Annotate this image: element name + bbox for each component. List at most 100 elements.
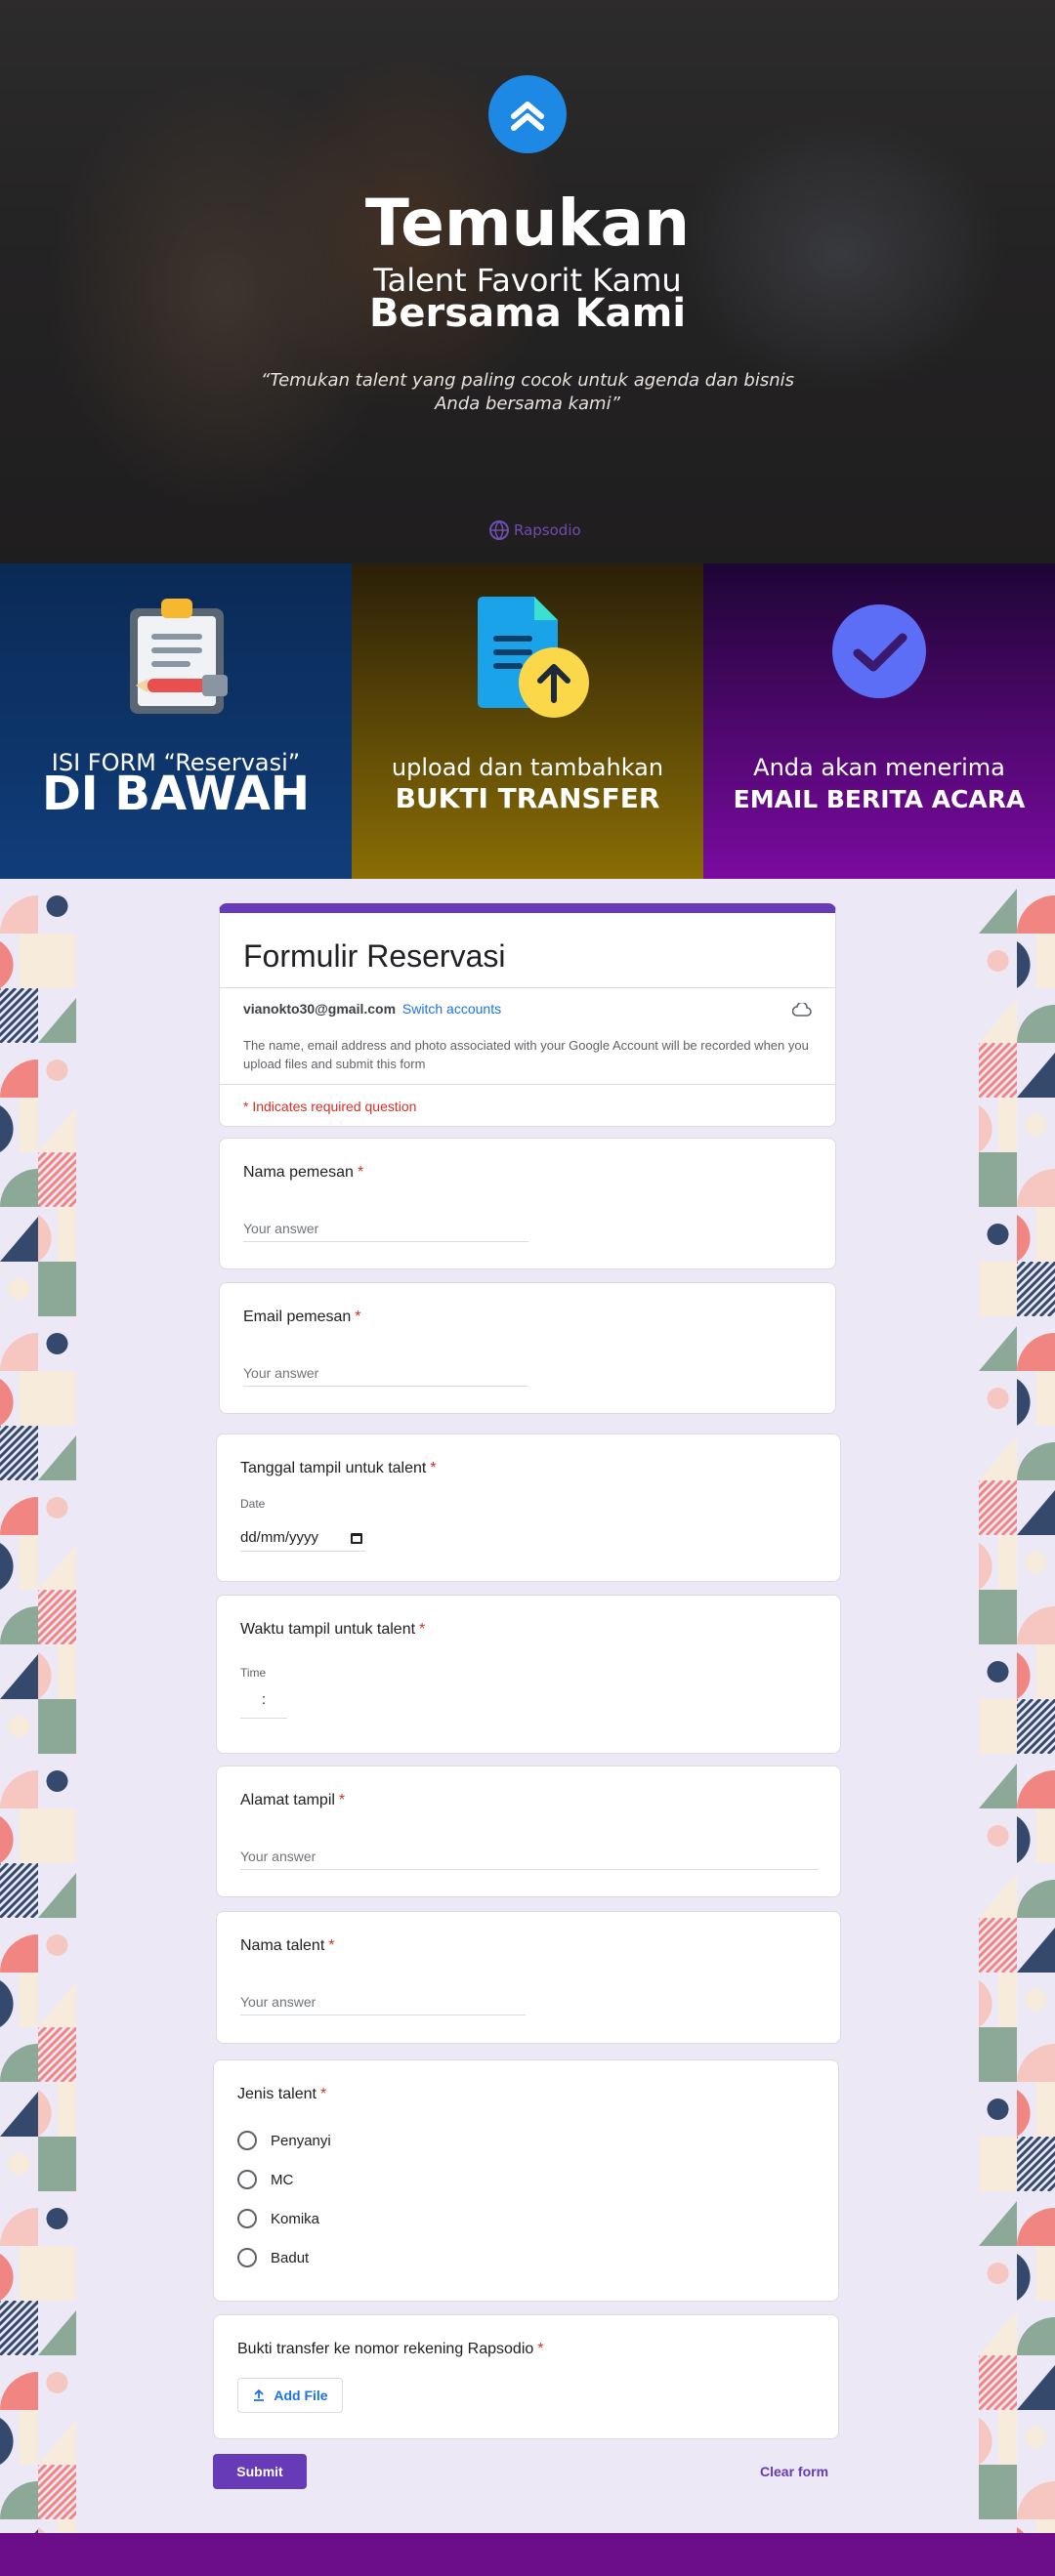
option-mc[interactable]: MC xyxy=(237,2170,293,2189)
pattern-tile xyxy=(0,895,38,934)
step-3-line1: Anda akan menerima xyxy=(753,754,1005,781)
alamat-input[interactable]: Your answer xyxy=(240,1841,819,1870)
pattern-tile xyxy=(46,1770,68,1792)
pattern-tile xyxy=(38,1371,76,1426)
pattern-tile xyxy=(38,2246,76,2301)
pattern-tile xyxy=(1017,1644,1055,1699)
pattern-tile xyxy=(1017,1169,1055,1207)
question-waktu: Waktu tampil untuk talent * Time : xyxy=(216,1595,841,1754)
pattern-tile xyxy=(1017,1880,1055,1918)
pattern-tile xyxy=(0,2092,38,2137)
pattern-tile xyxy=(979,2027,1017,2082)
pattern-tile xyxy=(1017,1333,1055,1371)
option-penyanyi[interactable]: Penyanyi xyxy=(237,2131,331,2150)
clear-form-button[interactable]: Clear form xyxy=(760,2464,828,2479)
time-input[interactable]: : xyxy=(240,1691,287,1719)
radio-button[interactable] xyxy=(237,2131,257,2150)
option-badut[interactable]: Badut xyxy=(237,2248,309,2267)
step-receive-email: Anda akan menerima EMAIL BERITA ACARA xyxy=(703,563,1055,879)
question-label: Bukti transfer ke nomor rekening Rapsodi… xyxy=(237,2341,544,2357)
pattern-tile xyxy=(1025,2427,1047,2448)
pattern-tile xyxy=(979,1590,1017,1644)
step-1-line2: DI BAWAH xyxy=(41,767,311,821)
hero-banner: Temukan Talent Favorit Kamu Bersama Kami… xyxy=(0,0,1055,563)
pattern-tile xyxy=(0,1808,38,1863)
pattern-tile xyxy=(46,2372,68,2393)
brand-name: Rapsodio xyxy=(514,521,581,539)
pattern-tile xyxy=(1017,1770,1055,1808)
required-star: * xyxy=(419,1621,426,1638)
nama-talent-input[interactable]: Your answer xyxy=(240,1986,526,2015)
pattern-tile xyxy=(979,1098,1017,1152)
pattern-tile xyxy=(38,934,76,988)
pattern-tile xyxy=(0,2410,38,2465)
pattern-tile xyxy=(1017,2137,1055,2191)
switch-accounts-link[interactable]: Switch accounts xyxy=(402,1001,501,1017)
radio-button[interactable] xyxy=(237,2170,257,2189)
pattern-tile xyxy=(979,2137,1017,2191)
pattern-tile xyxy=(38,1107,76,1152)
pattern-tile xyxy=(979,1480,1017,1535)
pattern-tile xyxy=(1017,1442,1055,1480)
upload-icon xyxy=(254,2389,265,2401)
globe-icon xyxy=(489,520,509,540)
step-fill-form: ISI FORM “Reservasi” DI BAWAH xyxy=(0,563,352,879)
pattern-tile xyxy=(0,1098,38,1152)
check-circle-icon xyxy=(830,602,928,704)
calendar-icon[interactable] xyxy=(350,1531,363,1545)
pattern-tile xyxy=(34,2529,38,2533)
pattern-tile xyxy=(987,2098,1009,2120)
pattern-tile xyxy=(979,1435,1017,1480)
pattern-tile xyxy=(1017,1053,1055,1098)
decorative-pattern-left xyxy=(0,879,76,2533)
step-2-line1: upload dan tambahkan xyxy=(391,754,664,781)
pattern-tile xyxy=(0,1654,38,1699)
pattern-tile xyxy=(979,889,1017,934)
divider xyxy=(220,987,835,988)
pattern-tile xyxy=(987,1388,1009,1409)
pattern-tile xyxy=(38,998,76,1043)
pattern-tile xyxy=(1017,1490,1055,1535)
pattern-tile xyxy=(38,1644,76,1699)
date-input[interactable]: dd/mm/yyyy xyxy=(240,1524,365,1552)
pattern-tile xyxy=(1017,1606,1055,1644)
radio-button[interactable] xyxy=(237,2209,257,2228)
pattern-tile xyxy=(1017,1262,1055,1316)
email-pemesan-input[interactable]: Your answer xyxy=(243,1357,528,1387)
decorative-pattern-right xyxy=(979,879,1055,2533)
pattern-tile xyxy=(0,1535,38,1590)
pattern-tile xyxy=(987,2263,1009,2284)
question-nama-pemesan: Nama pemesan * Your answer xyxy=(219,1138,836,1269)
pattern-tile xyxy=(979,1326,1017,1371)
required-star: * xyxy=(430,1460,437,1476)
pattern-tile xyxy=(0,1973,38,2027)
add-file-button[interactable]: Add File xyxy=(237,2378,343,2413)
pattern-tile xyxy=(0,1333,38,1371)
pattern-tile xyxy=(8,1716,30,1737)
nama-pemesan-input[interactable]: Your answer xyxy=(243,1213,528,1242)
pattern-tile xyxy=(38,1435,76,1480)
option-komika[interactable]: Komika xyxy=(237,2209,319,2228)
pattern-tile xyxy=(1017,1699,1055,1754)
pattern-tile xyxy=(1017,2208,1055,2246)
submit-button[interactable]: Submit xyxy=(213,2454,307,2489)
pattern-tile xyxy=(0,934,38,988)
pattern-tile xyxy=(0,1606,38,1644)
pattern-tile xyxy=(979,998,1017,1043)
pattern-tile xyxy=(979,1873,1017,1918)
radio-button[interactable] xyxy=(237,2248,257,2267)
pattern-tile xyxy=(979,2465,1017,2519)
date-sublabel: Date xyxy=(240,1497,266,1511)
date-value: dd/mm/yyyy xyxy=(240,1529,319,1546)
pattern-tile xyxy=(979,1973,1017,2027)
pattern-tile xyxy=(1025,1114,1047,1136)
pattern-tile xyxy=(987,950,1009,972)
pattern-tile xyxy=(38,1207,76,1262)
pattern-tile xyxy=(38,2465,76,2519)
pattern-tile xyxy=(987,1224,1009,1245)
pattern-tile xyxy=(1017,1371,1055,1426)
pattern-tile xyxy=(979,2355,1017,2410)
pattern-tile xyxy=(979,2310,1017,2355)
pattern-tile xyxy=(0,1059,38,1098)
pattern-tile xyxy=(0,1426,38,1480)
